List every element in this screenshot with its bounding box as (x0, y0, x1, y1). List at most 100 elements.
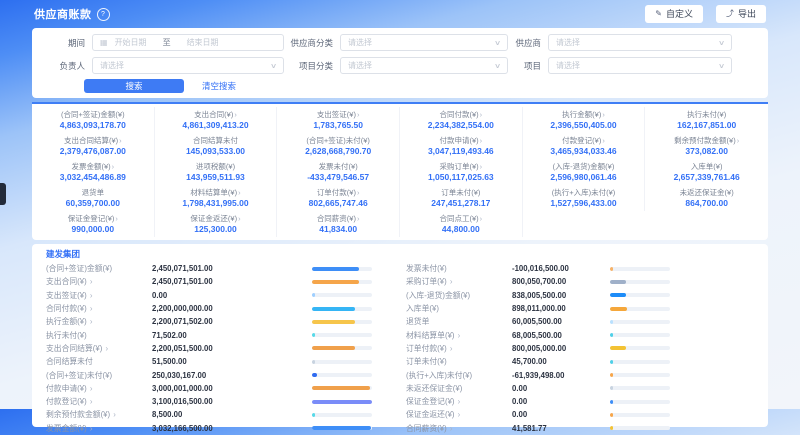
chevron-right-icon: › (88, 424, 93, 433)
detail-row[interactable]: 订单付款(¥) ›800,005,000.00 (406, 342, 670, 355)
help-icon[interactable]: ? (97, 8, 110, 21)
chevron-down-icon: ∨ (494, 39, 501, 47)
summary-card-label: 执行未付(¥) (647, 110, 766, 120)
detail-row-label: 发票金额(¥) › (46, 423, 152, 434)
summary-card[interactable]: 支出合同(¥)›4,861,309,413.20 (155, 107, 278, 133)
detail-row-bar (610, 360, 670, 364)
chevron-right-icon: › (357, 110, 360, 119)
summary-card: (合同+签证)未付(¥)2,628,668,790.70 (277, 133, 400, 159)
summary-card[interactable]: 付款登记(¥)›3,465,934,033.46 (523, 133, 646, 159)
detail-row[interactable]: 剩余预付款金额(¥) ›8,500.00 (46, 408, 372, 421)
detail-row-value: 71,502.00 (152, 331, 312, 340)
summary-card[interactable]: 支出签证(¥)›1,783,765.50 (277, 107, 400, 133)
summary-card[interactable]: 剩余预付款金额(¥)›373,082.00 (645, 133, 768, 159)
detail-row-label: 支出合同(¥) › (46, 276, 152, 287)
page-title: 供应商账款 (34, 6, 92, 22)
detail-row[interactable]: 付款登记(¥) ›3,100,016,500.00 (46, 395, 372, 408)
detail-row-bar (312, 360, 372, 364)
detail-row-value: 0.00 (152, 291, 312, 300)
group-title[interactable]: 建发集团 (46, 249, 754, 259)
detail-row-value: 45,700.00 (512, 357, 610, 366)
supplier-category-select[interactable]: 请选择 ∨ (340, 34, 508, 51)
header-actions: ✎ 自定义 ⤴ 导出 (645, 5, 766, 23)
summary-card: 发票未付(¥)-433,479,546.57 (277, 159, 400, 185)
summary-card-label: 进项税额(¥) (157, 162, 275, 172)
detail-row[interactable]: 支出合同(¥) ›2,450,071,501.00 (46, 275, 372, 288)
detail-row-bar (610, 267, 670, 271)
detail-row-bar (610, 426, 670, 430)
summary-card[interactable]: 订单付款(¥)›802,665,747.46 (277, 185, 400, 211)
detail-row-bar (610, 373, 670, 377)
detail-row[interactable]: 发票金额(¥) ›3,032,166,500.00 (46, 422, 372, 435)
filter-panel: 期间 ▦ 开始日期 至 结束日期 供应商分类 请选择 ∨ 供应商 请选择 ∨ 负… (32, 28, 768, 98)
owner-select[interactable]: 请选择 ∨ (92, 57, 284, 74)
search-button[interactable]: 搜索 (84, 79, 184, 93)
detail-row: 执行未付(¥)71,502.00 (46, 328, 372, 341)
summary-card[interactable]: 执行金额(¥)›2,396,550,405.00 (523, 107, 646, 133)
summary-card-value: 2,379,476,087.00 (34, 146, 152, 157)
edit-icon: ✎ (655, 9, 662, 19)
detail-row-label: (合同+签证)金额(¥) (46, 263, 152, 274)
detail-row-bar (610, 346, 670, 350)
summary-card[interactable]: 合同点工(¥)›44,800.00 (400, 211, 523, 237)
detail-row-value: 2,450,071,501.00 (152, 264, 312, 273)
detail-row[interactable]: 执行金额(¥) ›2,200,071,502.00 (46, 315, 372, 328)
detail-row-label: 执行金额(¥) › (46, 316, 152, 327)
detail-row-bar (610, 400, 670, 404)
export-label: 导出 (738, 9, 756, 19)
detail-row: (合同+签证)未付(¥)250,030,167.00 (46, 368, 372, 381)
detail-row-bar (610, 320, 670, 324)
detail-row-value: 2,200,071,502.00 (152, 317, 312, 326)
summary-card-value: 4,861,309,413.20 (157, 120, 275, 131)
detail-row[interactable]: 支出签证(¥) ›0.00 (46, 289, 372, 302)
supplier-placeholder: 请选择 (556, 37, 580, 48)
summary-card[interactable]: 保证金登记(¥)›990,000.00 (32, 211, 155, 237)
start-date-placeholder: 开始日期 (115, 37, 147, 48)
detail-row-value: -61,939,498.00 (512, 371, 610, 380)
summary-card[interactable]: 支出合同结算(¥)›2,379,476,087.00 (32, 133, 155, 159)
detail-row-label: (入库-退货)金额(¥) (406, 290, 512, 301)
summary-card-label: 合同薪资(¥)› (279, 214, 397, 224)
detail-row[interactable]: 合同付款(¥) ›2,200,000,000.00 (46, 302, 372, 315)
detail-row-bar (312, 413, 372, 417)
detail-row[interactable]: 付款申请(¥) ›3,000,001,000.00 (46, 382, 372, 395)
detail-row[interactable]: 采购订单(¥) ›800,050,700.00 (406, 275, 670, 288)
summary-card[interactable]: 合同付款(¥)›2,234,382,554.00 (400, 107, 523, 133)
export-button[interactable]: ⤴ 导出 (716, 5, 766, 23)
project-category-select[interactable]: 请选择 ∨ (340, 57, 508, 74)
chevron-right-icon: › (357, 214, 360, 223)
detail-row[interactable]: 保证金返还(¥) ›0.00 (406, 408, 670, 421)
summary-card[interactable]: 合同薪资(¥)›41,834.00 (277, 211, 400, 237)
project-select[interactable]: 请选择 ∨ (548, 57, 732, 74)
clear-search-link[interactable]: 清空搜索 (202, 80, 236, 92)
summary-card[interactable]: 付款申请(¥)›3,047,119,493.46 (400, 133, 523, 159)
summary-card[interactable]: 保证金返还(¥)›125,300.00 (155, 211, 278, 237)
drawer-handle[interactable] (0, 183, 6, 205)
detail-row-bar (312, 280, 372, 284)
summary-card-label: 合同付款(¥)› (402, 110, 520, 120)
summary-card: 订单未付(¥)247,451,278.17 (400, 185, 523, 211)
detail-row-value: 41,581.77 (512, 424, 610, 433)
summary-card[interactable]: 材料结算单(¥)›1,798,431,995.00 (155, 185, 278, 211)
summary-card: (执行+入库)未付(¥)1,527,596,433.00 (523, 185, 646, 211)
calendar-icon: ▦ (100, 39, 108, 47)
detail-row: 订单未付(¥)45,700.00 (406, 355, 670, 368)
summary-grid: (合同+签证)金额(¥)4,863,093,178.70支出合同(¥)›4,86… (32, 107, 768, 237)
period-range-input[interactable]: ▦ 开始日期 至 结束日期 (92, 34, 284, 51)
chevron-right-icon: › (480, 214, 483, 223)
customize-button[interactable]: ✎ 自定义 (645, 5, 703, 23)
summary-card[interactable]: 采购订单(¥)›1,050,117,025.63 (400, 159, 523, 185)
detail-row-label: 付款申请(¥) › (46, 383, 152, 394)
detail-row[interactable]: 保证金登记(¥) ›0.00 (406, 395, 670, 408)
detail-row-bar (312, 426, 372, 430)
detail-row[interactable]: 合同薪资(¥) ›41,581.77 (406, 422, 670, 435)
detail-row-value: 800,050,700.00 (512, 277, 610, 286)
summary-card-label: 采购订单(¥)› (402, 162, 520, 172)
summary-card[interactable]: 发票金额(¥)›3,032,454,486.89 (32, 159, 155, 185)
project-placeholder: 请选择 (556, 60, 580, 71)
summary-card-value: 373,082.00 (647, 146, 766, 157)
detail-row[interactable]: 材料结算单(¥) ›68,005,500.00 (406, 328, 670, 341)
chevron-right-icon: › (456, 397, 461, 406)
supplier-select[interactable]: 请选择 ∨ (548, 34, 732, 51)
detail-row[interactable]: 支出合同结算(¥) ›2,200,051,500.00 (46, 342, 372, 355)
